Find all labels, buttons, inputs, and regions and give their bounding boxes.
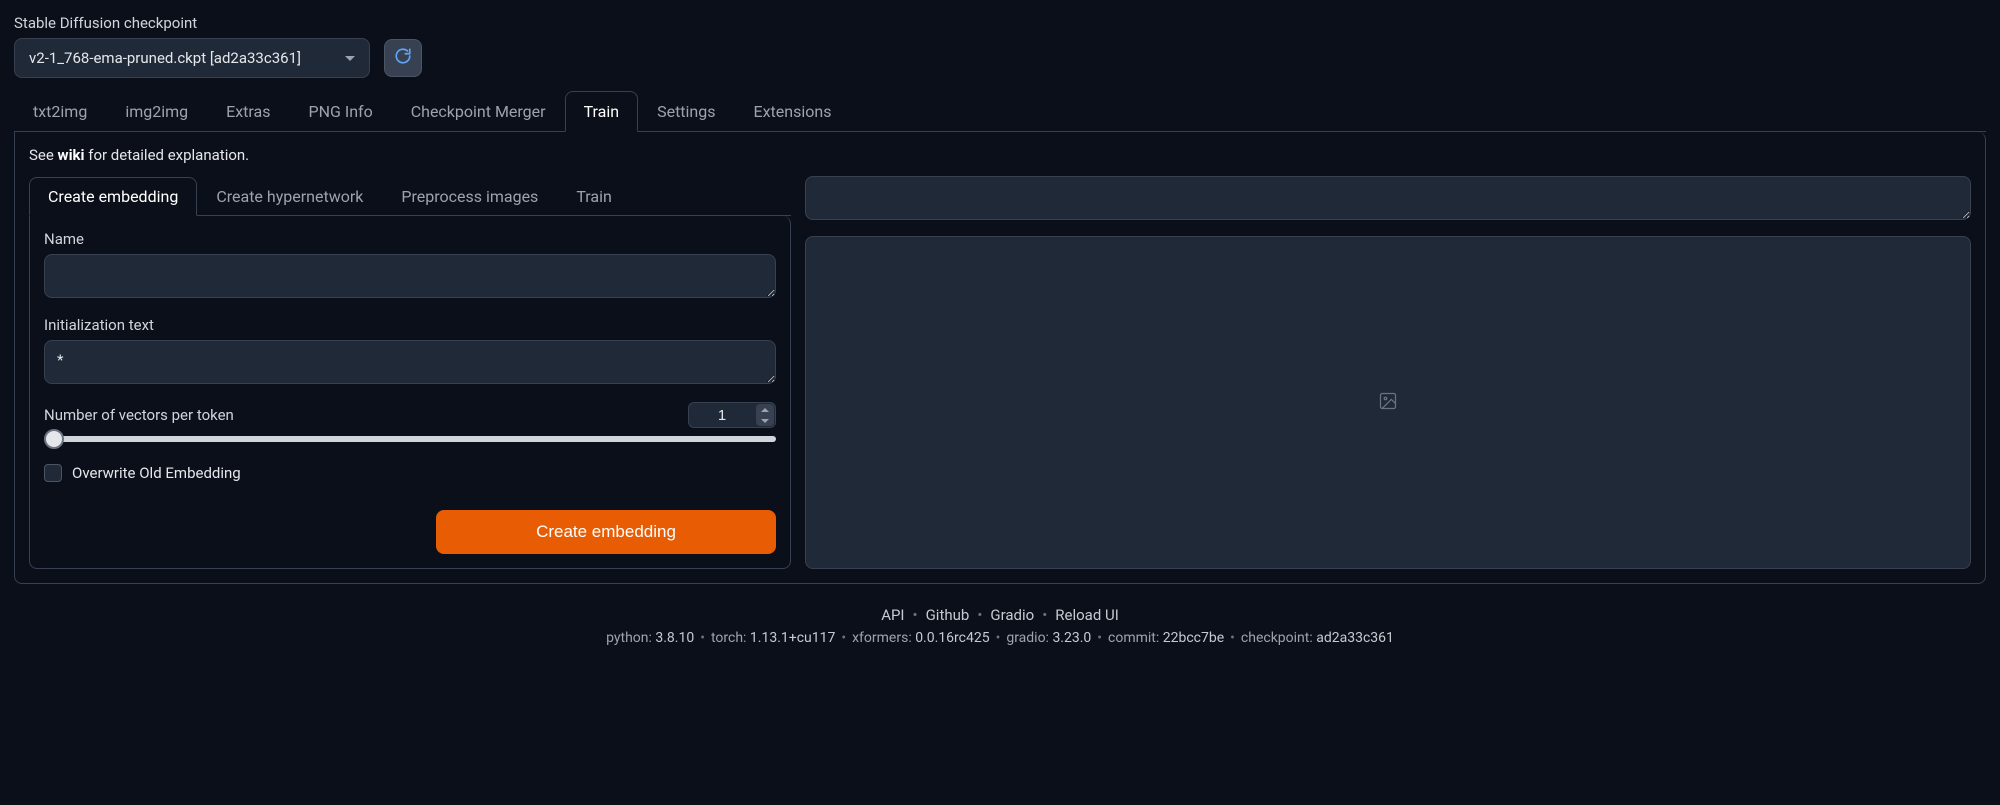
footer-link-gradio[interactable]: Gradio	[990, 606, 1034, 624]
subtab-train[interactable]: Train	[557, 177, 631, 216]
footer-link-github[interactable]: Github	[926, 606, 970, 624]
chevron-down-icon	[345, 56, 355, 61]
init-text-label: Initialization text	[44, 316, 776, 334]
info-line: See wiki for detailed explanation.	[29, 146, 1971, 164]
tab-settings[interactable]: Settings	[638, 91, 734, 132]
vectors-label: Number of vectors per token	[44, 406, 234, 424]
refresh-checkpoint-button[interactable]	[384, 39, 422, 77]
meta-label-commit: commit:	[1108, 630, 1163, 646]
tab-img2img[interactable]: img2img	[106, 91, 207, 132]
overwrite-checkbox[interactable]	[44, 464, 62, 482]
sub-tabs: Create embeddingCreate hypernetworkPrepr…	[29, 176, 791, 216]
image-icon	[1378, 391, 1398, 415]
tab-extensions[interactable]: Extensions	[735, 91, 851, 132]
info-suffix: for detailed explanation.	[85, 146, 250, 164]
output-textbox[interactable]	[805, 176, 1971, 220]
tab-txt2img[interactable]: txt2img	[14, 91, 106, 132]
checkpoint-label: Stable Diffusion checkpoint	[14, 14, 1986, 32]
meta-label-gradio: gradio:	[1006, 630, 1052, 646]
subtab-preprocess-images[interactable]: Preprocess images	[382, 177, 557, 216]
train-panel: See wiki for detailed explanation. Creat…	[14, 132, 1986, 584]
refresh-icon	[394, 47, 412, 69]
footer: API•Github•Gradio•Reload UI python: 3.8.…	[14, 606, 1986, 646]
meta-value-gradio: 3.23.0	[1052, 630, 1091, 646]
meta-value-commit: 22bcc7be	[1163, 630, 1224, 646]
create-embedding-button[interactable]: Create embedding	[436, 510, 776, 554]
number-spinner[interactable]	[756, 404, 774, 426]
info-prefix: See	[29, 146, 58, 164]
meta-label-python: python:	[606, 630, 655, 646]
subtab-create-embedding[interactable]: Create embedding	[29, 177, 197, 216]
checkpoint-dropdown[interactable]: v2-1_768-ema-pruned.ckpt [ad2a33c361]	[14, 38, 370, 78]
meta-value-checkpoint: ad2a33c361	[1316, 630, 1394, 646]
footer-link-reload-ui[interactable]: Reload UI	[1055, 606, 1119, 624]
meta-value-torch: 1.13.1+cu117	[750, 630, 835, 646]
subtab-create-hypernetwork[interactable]: Create hypernetwork	[197, 177, 382, 216]
main-tabs: txt2imgimg2imgExtrasPNG InfoCheckpoint M…	[14, 90, 1986, 132]
overwrite-label: Overwrite Old Embedding	[72, 464, 241, 482]
footer-meta: python: 3.8.10•torch: 1.13.1+cu117•xform…	[14, 630, 1986, 646]
tab-train[interactable]: Train	[565, 91, 639, 132]
footer-links: API•Github•Gradio•Reload UI	[14, 606, 1986, 624]
vectors-slider[interactable]	[44, 436, 776, 442]
meta-label-xformers: xformers:	[852, 630, 915, 646]
checkpoint-value: v2-1_768-ema-pruned.ckpt [ad2a33c361]	[29, 49, 301, 67]
tab-checkpoint-merger[interactable]: Checkpoint Merger	[392, 91, 565, 132]
name-input[interactable]	[44, 254, 776, 298]
slider-thumb[interactable]	[44, 429, 64, 449]
footer-link-api[interactable]: API	[881, 606, 904, 624]
meta-label-checkpoint: checkpoint:	[1241, 630, 1316, 646]
tab-png-info[interactable]: PNG Info	[289, 91, 391, 132]
wiki-link[interactable]: wiki	[58, 146, 85, 164]
name-label: Name	[44, 230, 776, 248]
output-image-box[interactable]	[805, 236, 1971, 569]
tab-extras[interactable]: Extras	[207, 91, 289, 132]
init-text-input[interactable]	[44, 340, 776, 384]
meta-value-python: 3.8.10	[655, 630, 694, 646]
meta-label-torch: torch:	[711, 630, 750, 646]
create-embedding-panel: Name Initialization text Number of vecto…	[29, 216, 791, 569]
meta-value-xformers: 0.0.16rc425	[915, 630, 989, 646]
